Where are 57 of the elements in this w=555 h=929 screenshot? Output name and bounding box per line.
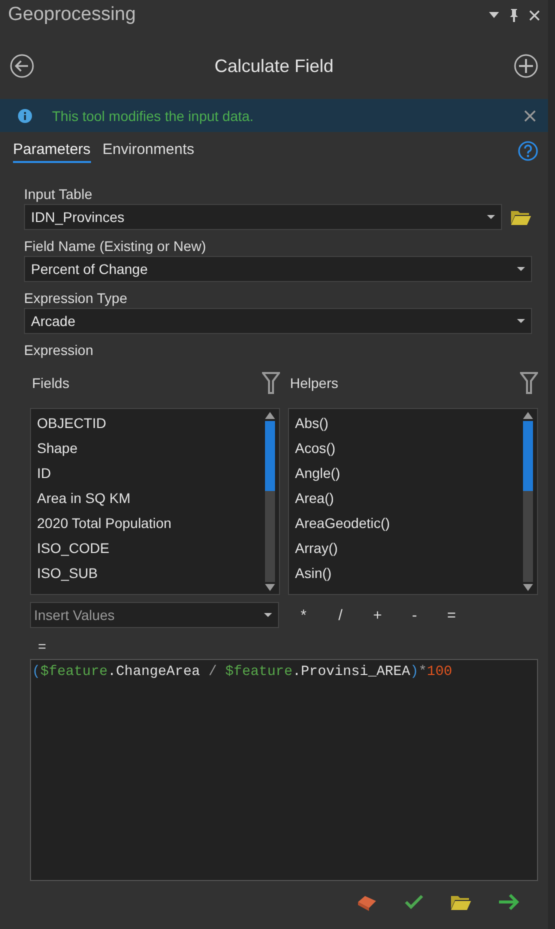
list-item[interactable]: Shape	[37, 436, 255, 461]
eraser-icon[interactable]	[356, 893, 378, 911]
pin-icon[interactable]	[509, 8, 519, 22]
operator-button[interactable]: -	[402, 606, 427, 624]
caret-icon	[487, 215, 495, 219]
info-icon	[18, 108, 32, 122]
list-item[interactable]: Area in SQ KM	[37, 486, 255, 511]
tab[interactable]: Environments	[102, 139, 194, 163]
list-item[interactable]: 2020 Total Population	[37, 511, 255, 536]
tab[interactable]: Parameters	[13, 139, 91, 163]
dropdown[interactable]: Arcade	[24, 308, 532, 334]
field-label: Expression	[24, 341, 94, 360]
operator-button[interactable]: +	[365, 606, 390, 624]
dropdown[interactable]: Percent of Change	[24, 256, 532, 282]
operator-button[interactable]: =	[439, 606, 464, 624]
list-item[interactable]: ISO_SUB	[37, 561, 255, 586]
folder-icon[interactable]	[510, 208, 532, 226]
operator-button[interactable]: /	[328, 606, 353, 624]
info-message: This tool modifies the input data.	[52, 108, 255, 124]
filter-icon[interactable]	[262, 372, 280, 394]
list-title: Helpers	[290, 375, 338, 391]
scrollbar[interactable]	[264, 412, 276, 591]
checkmark-icon[interactable]	[404, 894, 424, 910]
run-arrow-icon[interactable]	[498, 893, 520, 911]
add-icon[interactable]	[514, 54, 538, 78]
code-editor[interactable]: ($feature.ChangeArea / $feature.Provinsi_AREA)*100	[30, 659, 538, 881]
expression-prefix: =	[38, 638, 48, 656]
list-item[interactable]: Abs()	[295, 411, 513, 436]
list-item[interactable]: Angle()	[295, 461, 513, 486]
list-item[interactable]: Area()	[295, 486, 513, 511]
field-label: Input Table	[24, 185, 94, 204]
close-icon[interactable]	[529, 10, 540, 20]
scrollbar[interactable]	[522, 412, 534, 591]
operator-button[interactable]: *	[291, 606, 316, 624]
close-icon[interactable]	[524, 110, 536, 122]
list-item[interactable]: AreaGeodetic()	[295, 511, 513, 536]
list-item[interactable]: Asin()	[295, 561, 513, 586]
caret-icon	[517, 319, 525, 323]
insert-values-dropdown[interactable]: Insert Values	[30, 602, 279, 628]
list-title: Fields	[32, 375, 70, 391]
list-item[interactable]: Acos()	[295, 436, 513, 461]
field-label: Field Name (Existing or New)	[24, 237, 208, 256]
list-item[interactable]: ID	[37, 461, 255, 486]
field-label: Expression Type	[24, 289, 128, 308]
list-item[interactable]: Array()	[295, 536, 513, 561]
folder-icon[interactable]	[450, 893, 472, 911]
filter-icon[interactable]	[520, 372, 538, 394]
window-title: Geoprocessing	[8, 4, 136, 26]
dropdown-icon[interactable]	[489, 12, 499, 18]
caret-icon	[517, 267, 525, 271]
caret-icon	[264, 613, 272, 617]
list-item[interactable]: ISO_CODE	[37, 536, 255, 561]
help-icon[interactable]	[518, 141, 538, 161]
back-icon[interactable]	[10, 54, 34, 78]
tool-title: Calculate Field	[214, 56, 334, 76]
dropdown[interactable]: IDN_Provinces	[24, 204, 502, 230]
list-item[interactable]: OBJECTID	[37, 411, 255, 436]
